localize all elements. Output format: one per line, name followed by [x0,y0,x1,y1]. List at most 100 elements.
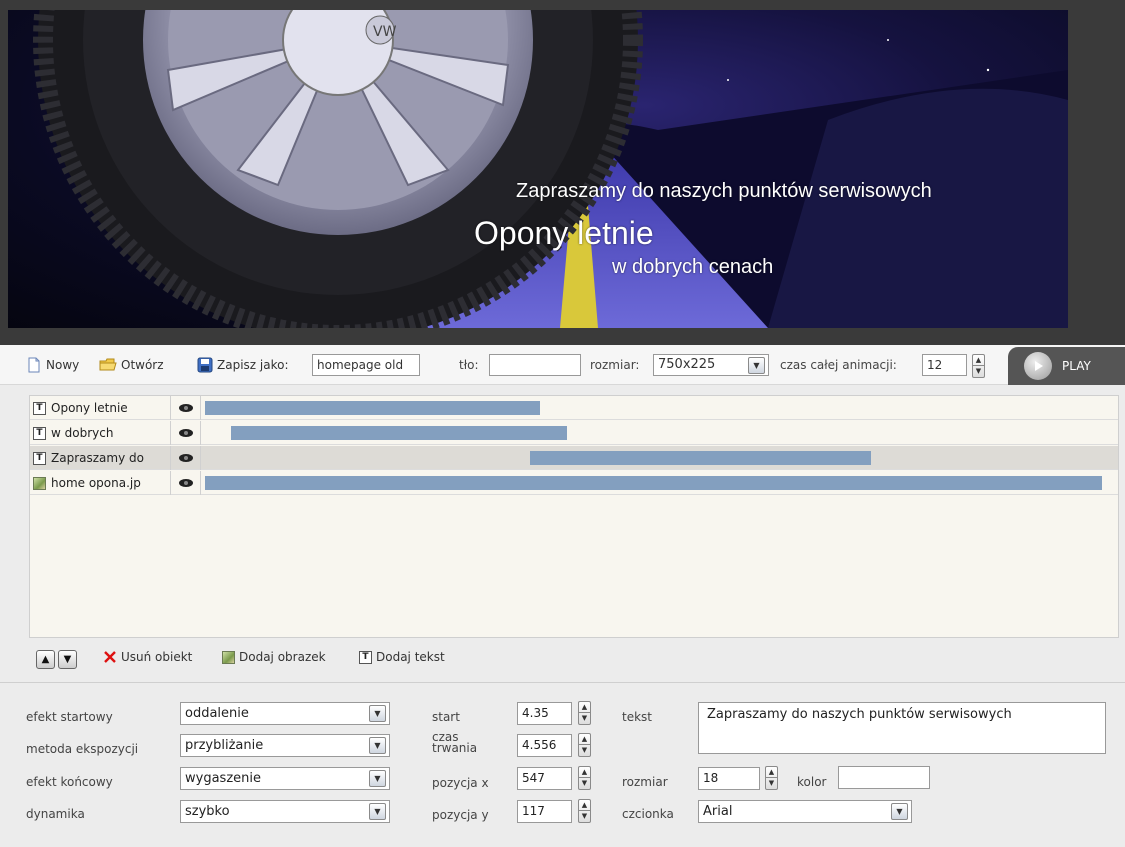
start-input[interactable]: 4.35 [517,702,572,725]
visibility-eye-icon[interactable] [171,471,201,495]
visibility-eye-icon[interactable] [171,421,201,445]
position-x-input[interactable]: 547 [517,767,572,790]
banner-background-image: VW [33,10,1068,328]
size-label: rozmiar: [590,358,640,372]
chevron-down-icon[interactable]: ▼ [369,803,386,820]
text-object-icon: T [33,426,46,440]
animation-duration-input[interactable]: 12 [922,354,967,376]
font-size-input[interactable]: 18 [698,767,760,790]
end-effect-value: wygaszenie [185,771,261,786]
start-effect-value: oddalenie [185,706,249,721]
folder-icon [99,358,117,371]
visibility-eye-icon[interactable] [171,446,201,470]
add-text-label: Dodaj tekst [376,650,445,664]
chevron-down-icon[interactable]: ▼ [748,357,765,374]
color-input[interactable] [838,766,930,789]
stepper-up-icon[interactable]: ▲ [973,355,984,366]
save-as-label: Zapisz jako: [217,358,289,372]
open-button-label: Otwórz [121,358,164,372]
timeline-row-selected[interactable]: T Zapraszamy do [30,446,1118,470]
banner-text-line1[interactable]: Zapraszamy do naszych punktów serwisowyc… [516,180,932,203]
chevron-down-icon[interactable]: ▼ [369,705,386,722]
timeline-row[interactable]: home opona.jp [30,471,1118,495]
timeline-row[interactable]: T Opony letnie [30,396,1118,420]
position-y-input[interactable]: 117 [517,800,572,823]
font-label: czcionka [622,807,674,821]
properties-panel: efekt startowy oddalenie ▼ metoda ekspoz… [0,682,1125,847]
timeline-row-name[interactable]: T Opony letnie [30,396,171,420]
position-x-stepper[interactable]: ▲ ▼ [578,766,591,790]
add-text-button[interactable]: T Dodaj tekst [359,650,445,664]
exposure-method-value: przybliżanie [185,738,264,753]
font-size-label: rozmiar [622,775,668,789]
delete-x-icon [104,651,116,663]
new-document-icon [28,357,40,373]
timeline-row-label: w dobrych [51,426,114,440]
save-disk-icon [197,357,213,373]
position-x-label: pozycja x [432,776,489,790]
size-select-value: 750x225 [658,357,716,372]
play-icon [1024,352,1052,380]
exposure-method-label: metoda ekspozycji [26,742,139,756]
save-as-filename-input[interactable]: homepage old [312,354,420,376]
text-input[interactable]: Zapraszamy do naszych punktów serwisowyc… [698,702,1106,754]
background-input[interactable] [489,354,581,376]
move-up-arrow-icon[interactable]: ▲ [36,650,55,669]
size-select[interactable]: 750x225 ▼ [653,354,769,376]
add-image-label: Dodaj obrazek [239,650,326,664]
add-text-icon: T [359,650,372,664]
end-effect-label: efekt końcowy [26,775,113,789]
banner-text-line3[interactable]: w dobrych cenach [612,256,773,279]
start-stepper[interactable]: ▲ ▼ [578,701,591,725]
banner-preview[interactable]: VW Zapraszamy do naszych punktów serwiso… [8,10,1068,328]
timeline-bar[interactable] [231,426,567,440]
position-y-stepper[interactable]: ▲ ▼ [578,799,591,823]
new-button-label: Nowy [46,358,80,372]
open-button[interactable]: Otwórz [99,357,164,373]
exposure-method-select[interactable]: przybliżanie ▼ [180,734,390,757]
dynamics-value: szybko [185,804,230,819]
background-label: tło: [459,358,479,372]
svg-text:VW: VW [373,24,397,40]
dynamics-select[interactable]: szybko ▼ [180,800,390,823]
remove-object-label: Usuń obiekt [121,650,193,664]
font-select[interactable]: Arial ▼ [698,800,912,823]
play-label: PLAY [1062,359,1091,373]
timeline-bar[interactable] [205,401,540,415]
chevron-down-icon[interactable]: ▼ [369,770,386,787]
remove-object-button[interactable]: Usuń obiekt [103,650,192,664]
timeline-bar[interactable] [205,476,1102,490]
stepper-down-icon[interactable]: ▼ [973,366,984,377]
new-button[interactable]: Nowy [26,357,79,373]
duration-input[interactable]: 4.556 [517,734,572,757]
timeline-bar[interactable] [530,451,871,465]
duration-label: czas trwania [432,731,477,754]
font-select-value: Arial [703,804,733,819]
preview-area: VW Zapraszamy do naszych punktów serwiso… [0,0,1125,345]
main-toolbar: Nowy Otwórz Zapisz jako: homepage old tł… [0,345,1125,723]
end-effect-select[interactable]: wygaszenie ▼ [180,767,390,790]
image-object-icon [33,476,46,490]
start-effect-select[interactable]: oddalenie ▼ [180,702,390,725]
font-size-stepper[interactable]: ▲ ▼ [765,766,778,790]
timeline-row-name[interactable]: T Zapraszamy do [30,446,171,470]
visibility-eye-icon[interactable] [171,396,201,420]
timeline-row-name[interactable]: T w dobrych [30,421,171,445]
timeline-row-label: Zapraszamy do [51,451,144,465]
timeline-row-label: home opona.jp [51,476,141,490]
move-down-arrow-icon[interactable]: ▼ [58,650,77,669]
banner-text-line2[interactable]: Opony letnie [474,215,654,252]
chevron-down-icon[interactable]: ▼ [369,737,386,754]
save-as-button[interactable]: Zapisz jako: [197,357,288,373]
animation-duration-stepper-arrows[interactable]: ▲ ▼ [972,354,985,378]
chevron-down-icon[interactable]: ▼ [891,803,908,820]
add-image-button[interactable]: Dodaj obrazek [222,650,326,664]
timeline-row-name[interactable]: home opona.jp [30,471,171,495]
duration-stepper[interactable]: ▲ ▼ [578,733,591,757]
timeline-panel: T Opony letnie T w dobrych T Zapraszamy … [29,395,1119,638]
timeline-row[interactable]: T w dobrych [30,421,1118,445]
play-button[interactable]: PLAY [1008,347,1125,385]
position-y-label: pozycja y [432,808,489,822]
start-effect-label: efekt startowy [26,710,113,724]
text-object-icon: T [33,451,46,465]
